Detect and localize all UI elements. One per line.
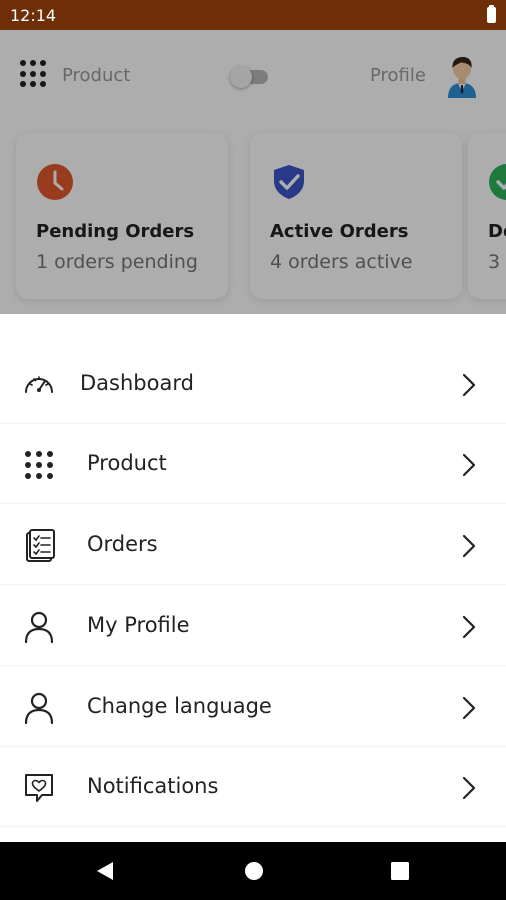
person-icon: [24, 692, 54, 725]
back-icon[interactable]: [93, 859, 117, 883]
speedometer-icon: [25, 376, 53, 393]
recents-icon[interactable]: [388, 859, 412, 883]
status-bar: 12:14: [0, 0, 506, 30]
menu-item-change-language[interactable]: Change language: [0, 667, 506, 747]
menu-item-label: My Profile: [87, 613, 190, 637]
navigation-sheet: Dashboard Product Orders My Profile Chan…: [0, 314, 506, 842]
chevron-right-icon: [462, 615, 476, 639]
menu-item-label: Product: [87, 451, 167, 475]
menu-item-product[interactable]: Product: [0, 424, 506, 504]
person-icon: [24, 611, 54, 644]
menu-item-label: Change language: [87, 694, 272, 718]
chevron-right-icon: [462, 373, 476, 397]
menu-item-dashboard[interactable]: Dashboard: [0, 344, 506, 424]
menu-item-label: Orders: [87, 532, 158, 556]
chevron-right-icon: [462, 776, 476, 800]
chevron-right-icon: [462, 696, 476, 720]
battery-icon: [487, 5, 496, 23]
grid-dots-icon: [25, 451, 53, 479]
modal-scrim[interactable]: [0, 30, 506, 314]
menu-item-label: Notifications: [87, 774, 219, 798]
status-time: 12:14: [10, 6, 57, 25]
home-icon[interactable]: [242, 859, 266, 883]
chevron-right-icon: [462, 453, 476, 477]
menu-item-orders[interactable]: Orders: [0, 505, 506, 585]
menu-item-my-profile[interactable]: My Profile: [0, 586, 506, 666]
system-navigation-bar: [0, 842, 506, 900]
chevron-right-icon: [462, 534, 476, 558]
menu-item-label: Dashboard: [80, 371, 194, 395]
menu-item-notifications[interactable]: Notifications: [0, 747, 506, 827]
chat-heart-icon: [25, 774, 53, 802]
clipboard-list-icon: [26, 529, 55, 562]
